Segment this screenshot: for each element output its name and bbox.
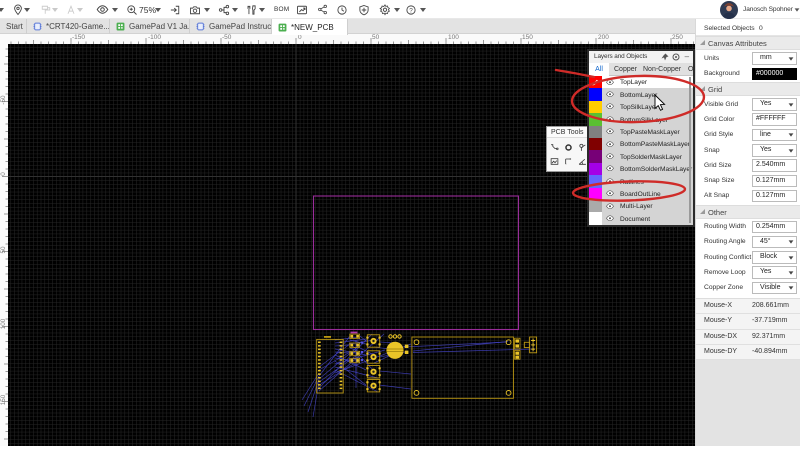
svg-text:-50: -50 (0, 95, 7, 105)
svg-text:0: 0 (0, 172, 7, 176)
svg-text:100: 100 (0, 318, 7, 329)
svg-text:?: ? (409, 7, 413, 14)
svg-text:150: 150 (0, 394, 7, 405)
svg-text:50: 50 (0, 246, 7, 254)
